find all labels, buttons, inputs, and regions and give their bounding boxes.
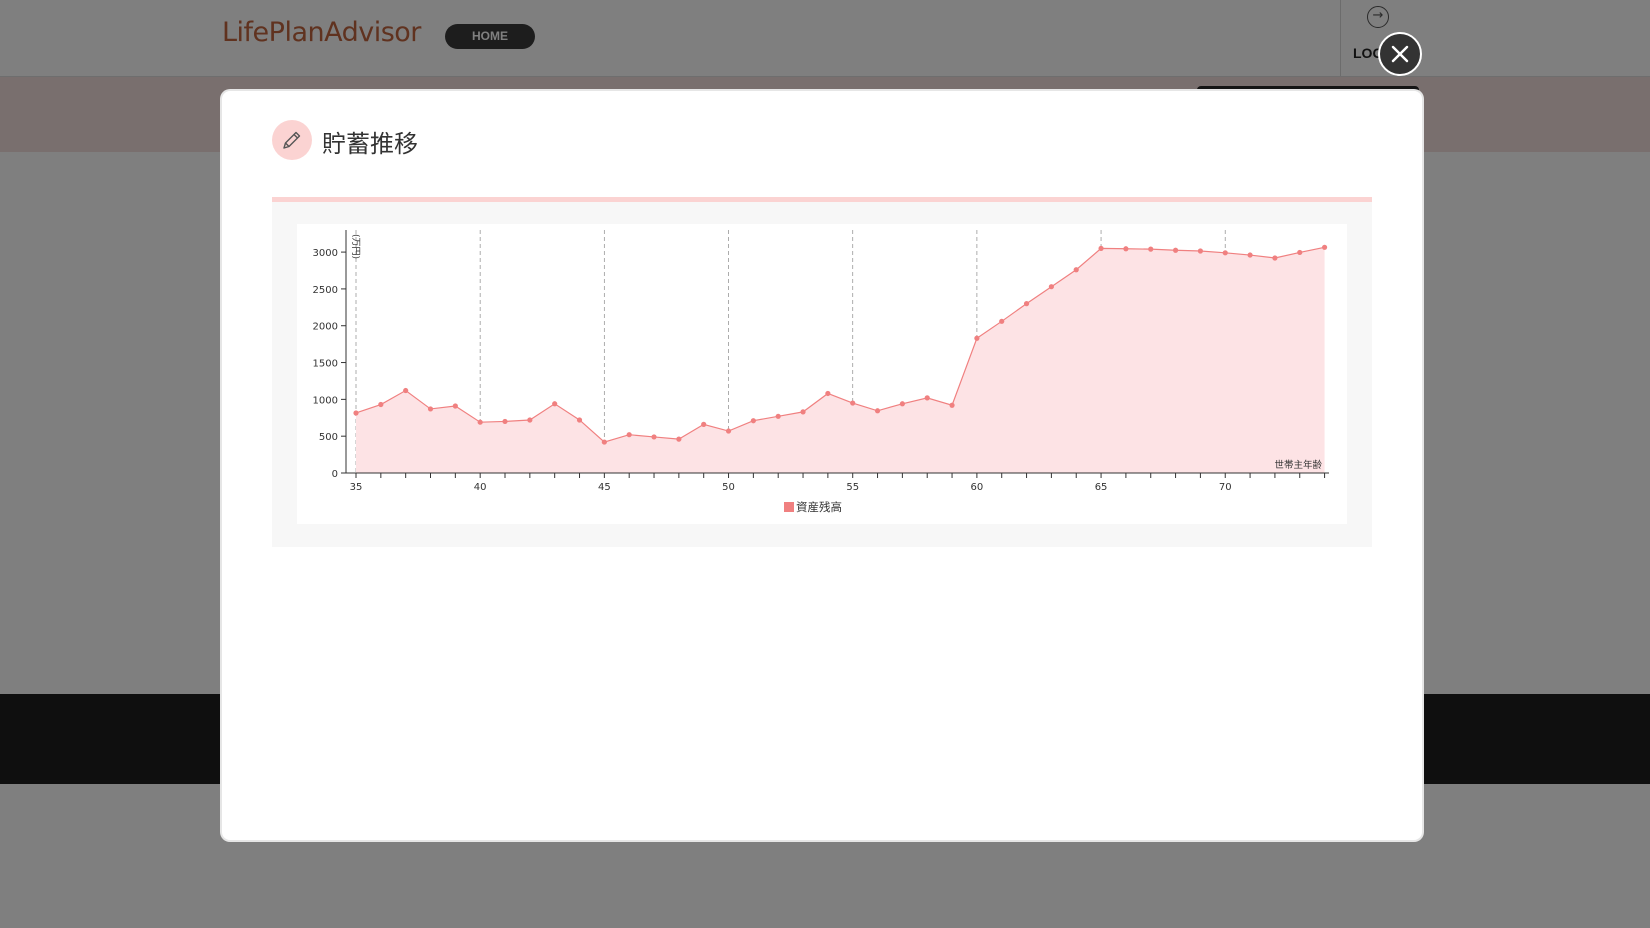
data-point [1297,249,1303,256]
series-area [356,247,1325,473]
x-tick-label: 60 [971,482,984,493]
data-point [1098,245,1104,252]
x-tick-label: 70 [1219,482,1232,493]
x-axis-label: 世帯主年齢 [1274,459,1322,471]
pencil-icon [283,131,301,149]
y-tick-label: 2000 [313,322,338,333]
x-tick-label: 50 [722,482,735,493]
data-point [999,318,1005,324]
data-point [1321,244,1328,250]
data-point [899,401,905,407]
data-point [725,428,732,434]
y-axis-label: (万円) [350,234,361,259]
data-point [527,417,533,423]
data-point [850,400,856,406]
data-point [552,401,558,407]
data-point [874,408,881,414]
data-point [1247,252,1253,258]
data-point [378,401,384,408]
x-tick-label: 35 [350,482,363,493]
data-point [353,410,359,416]
data-point [502,418,508,425]
y-tick-label: 1000 [313,395,338,406]
data-point [1272,255,1278,261]
data-point [1073,267,1079,273]
data-point [452,403,458,409]
data-point [626,432,632,438]
data-point [974,335,980,341]
data-point [1197,248,1204,254]
close-icon [1391,45,1409,63]
data-point [949,402,955,408]
data-point [576,417,583,423]
data-point [601,439,607,445]
data-point [676,436,682,442]
x-tick-label: 40 [474,482,487,493]
modal-title: 貯蓄推移 [322,130,418,158]
y-tick-label: 0 [332,469,338,480]
data-point [1023,301,1030,307]
y-tick-label: 500 [319,432,338,443]
data-point [701,421,707,427]
data-point [775,413,781,419]
legend-label: 資産残高 [796,500,842,514]
data-point [1222,250,1228,256]
data-point [1123,246,1129,252]
x-tick-label: 55 [846,482,859,493]
data-point [924,395,930,401]
data-point [750,418,756,424]
data-point [403,387,409,394]
y-tick-label: 2500 [313,285,338,296]
data-point [1048,284,1054,290]
data-point [477,419,483,425]
title-badge [272,120,312,160]
data-point [651,434,657,440]
x-tick-label: 65 [1095,482,1108,493]
y-tick-label: 1500 [313,359,338,370]
x-tick-label: 45 [598,482,611,493]
close-button[interactable] [1378,32,1422,76]
data-point [1148,246,1154,252]
data-point [800,409,806,415]
data-point [825,390,831,397]
data-point [427,406,434,412]
y-tick-label: 3000 [313,248,338,259]
savings-chart: 0 500 1000 1500 2000 2500 3000 35 40 45 50 55 60 65 70… [313,230,1329,514]
data-point [1172,247,1179,253]
legend-swatch [784,502,794,512]
